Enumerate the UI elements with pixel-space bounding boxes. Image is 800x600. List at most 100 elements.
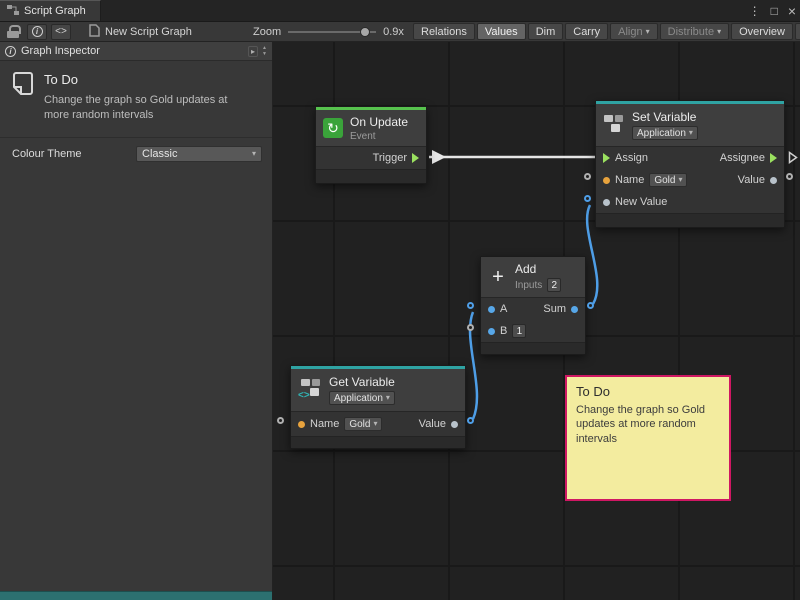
distribute-label: Distribute bbox=[668, 26, 714, 38]
flow-port-icon[interactable] bbox=[770, 153, 777, 163]
dim-label: Dim bbox=[536, 26, 556, 38]
port-add-sum[interactable] bbox=[587, 302, 594, 309]
variable-scope-dropdown[interactable]: Application ▾ bbox=[632, 126, 698, 140]
b-value-field[interactable]: 1 bbox=[512, 324, 526, 338]
value-port-icon[interactable] bbox=[488, 306, 495, 313]
inputs-count-field[interactable]: 2 bbox=[547, 278, 561, 292]
code-icon: <> bbox=[55, 26, 67, 37]
zoom-slider[interactable] bbox=[288, 26, 376, 38]
port-get-variable-value[interactable] bbox=[467, 417, 474, 424]
port-label-new-value: New Value bbox=[615, 196, 667, 208]
chevron-down-icon: ▾ bbox=[717, 28, 721, 36]
variables-icon bbox=[603, 114, 625, 137]
scroll-up-icon[interactable]: ▲ bbox=[262, 46, 267, 51]
node-footer bbox=[291, 436, 465, 448]
port-set-variable-new-value[interactable] bbox=[584, 195, 591, 202]
node-on-update[interactable]: ↻ On Update Event Trigger bbox=[315, 106, 427, 184]
node-footer bbox=[481, 342, 585, 354]
dock-pane-icon[interactable]: ▸ bbox=[248, 46, 258, 57]
value-port-icon[interactable] bbox=[571, 306, 578, 313]
value-port-icon[interactable] bbox=[451, 421, 458, 428]
node-set-variable[interactable]: Set Variable Application ▾ Assign Assign… bbox=[595, 100, 785, 228]
sticky-note[interactable]: To Do Change the graph so Gold updates a… bbox=[565, 375, 731, 501]
zoom-label: Zoom bbox=[253, 26, 281, 38]
node-get-variable[interactable]: <> Get Variable Application ▾ Name Gold bbox=[290, 365, 466, 449]
port-set-variable-assignee[interactable] bbox=[788, 151, 798, 167]
node-footer bbox=[596, 213, 784, 227]
value-port-icon[interactable] bbox=[603, 177, 610, 184]
colour-theme-value: Classic bbox=[142, 148, 177, 160]
inspector-header-actions: ▸ ▲ ▼ bbox=[248, 46, 267, 57]
port-label-assign: Assign bbox=[615, 152, 648, 164]
carry-button[interactable]: Carry bbox=[565, 23, 608, 40]
todo-title: To Do bbox=[44, 72, 262, 87]
port-add-b[interactable] bbox=[467, 324, 474, 331]
tab-script-graph[interactable]: Script Graph bbox=[0, 0, 101, 21]
graph-asset-label: New Script Graph bbox=[89, 24, 192, 40]
graph-inspector-title: Graph Inspector bbox=[21, 45, 100, 57]
overview-button[interactable]: Overview bbox=[731, 23, 793, 40]
inspector-todo-section: To Do Change the graph so Gold updates a… bbox=[0, 61, 272, 135]
node-title: On Update bbox=[350, 115, 408, 129]
full-screen-button[interactable]: Full Screen bbox=[795, 23, 800, 40]
port-add-a[interactable] bbox=[467, 302, 474, 309]
variable-scope-dropdown[interactable]: Application ▾ bbox=[329, 391, 395, 405]
variable-name-value: Gold bbox=[654, 175, 675, 186]
graph-file-icon bbox=[89, 24, 100, 40]
scroll-arrows: ▲ ▼ bbox=[262, 46, 267, 57]
align-label: Align bbox=[618, 26, 642, 38]
scroll-down-icon[interactable]: ▼ bbox=[262, 52, 267, 57]
colour-theme-dropdown[interactable]: Classic ▾ bbox=[136, 146, 262, 162]
chevron-down-icon: ▾ bbox=[689, 129, 693, 137]
zoom-value: 0.9x bbox=[383, 26, 404, 38]
relations-label: Relations bbox=[421, 26, 467, 38]
port-set-variable-value[interactable] bbox=[786, 173, 793, 180]
sticky-note-icon bbox=[12, 72, 34, 123]
value-port-icon[interactable] bbox=[603, 199, 610, 206]
value-port-icon[interactable] bbox=[488, 328, 495, 335]
align-button[interactable]: Align ▾ bbox=[610, 23, 657, 40]
edit-source-button[interactable]: <> bbox=[51, 24, 71, 40]
zoom-control: Zoom 0.9x bbox=[253, 22, 404, 42]
graph-toolbar: i <> New Script Graph Zoom 0.9x Relation… bbox=[0, 22, 800, 42]
graph-inspector-panel: i Graph Inspector ▸ ▲ ▼ To Do Change the… bbox=[0, 42, 273, 600]
flow-port-icon[interactable] bbox=[603, 153, 610, 163]
update-loop-icon: ↻ bbox=[323, 118, 343, 138]
port-get-variable-name[interactable] bbox=[277, 417, 284, 424]
distribute-button[interactable]: Distribute▾ bbox=[660, 23, 729, 40]
lock-icon[interactable] bbox=[7, 25, 19, 38]
sticky-note-title: To Do bbox=[576, 384, 720, 399]
node-subtitle: Event bbox=[350, 131, 408, 142]
tab-title: Script Graph bbox=[24, 5, 86, 17]
values-button[interactable]: Values bbox=[477, 23, 526, 40]
info-icon: i bbox=[32, 26, 43, 37]
colour-theme-label: Colour Theme bbox=[12, 148, 82, 160]
variable-name-dropdown[interactable]: Gold ▾ bbox=[649, 173, 687, 187]
port-label-trigger: Trigger bbox=[373, 152, 407, 164]
flow-port-icon[interactable] bbox=[412, 153, 419, 163]
close-icon[interactable]: × bbox=[788, 4, 796, 18]
blackboard-strip bbox=[0, 591, 272, 600]
carry-label: Carry bbox=[573, 26, 600, 38]
value-port-icon[interactable] bbox=[298, 421, 305, 428]
node-add[interactable]: + Add Inputs 2 A Sum bbox=[480, 256, 586, 355]
inspector-toggle-button[interactable]: i bbox=[27, 24, 47, 40]
graph-canvas[interactable]: ↻ On Update Event Trigger bbox=[273, 42, 800, 600]
toolbar-buttons: Relations Values Dim Carry Align ▾ Distri… bbox=[413, 23, 800, 40]
values-label: Values bbox=[485, 26, 518, 38]
zoom-slider-handle[interactable] bbox=[360, 27, 370, 37]
wire-arrowhead-icon bbox=[432, 150, 446, 164]
todo-description: Change the graph so Gold updates at more… bbox=[44, 93, 252, 123]
chevron-down-icon: ▾ bbox=[646, 28, 650, 36]
dim-button[interactable]: Dim bbox=[528, 23, 564, 40]
port-set-variable-name[interactable] bbox=[584, 173, 591, 180]
value-port-icon[interactable] bbox=[770, 177, 777, 184]
kebab-menu-icon[interactable]: ⋮ bbox=[749, 5, 761, 17]
port-label-b: B bbox=[500, 325, 507, 337]
relations-button[interactable]: Relations bbox=[413, 23, 475, 40]
plus-icon: + bbox=[488, 266, 508, 289]
port-label-name: Name bbox=[310, 418, 339, 430]
variable-name-dropdown[interactable]: Gold ▾ bbox=[344, 417, 382, 431]
scope-value: Application bbox=[637, 128, 686, 139]
maximize-icon[interactable]: □ bbox=[771, 5, 778, 17]
